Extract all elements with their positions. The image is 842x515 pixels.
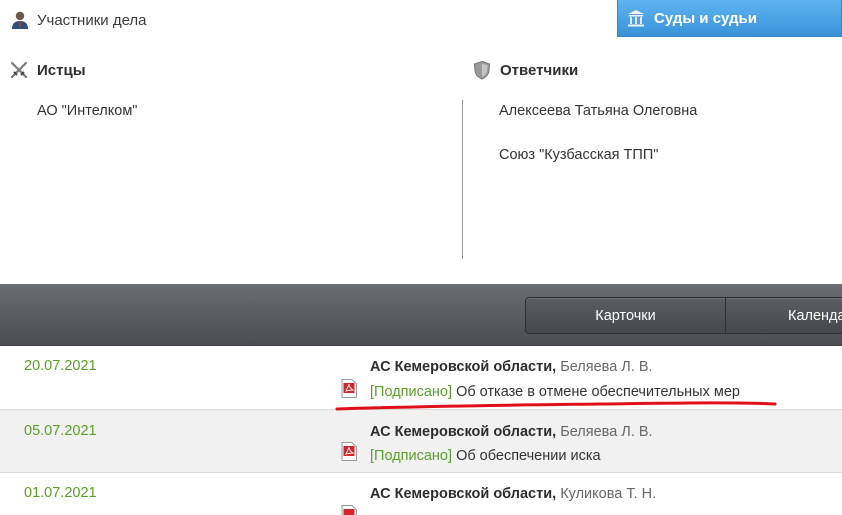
document-date: 01.07.2021 bbox=[24, 485, 97, 501]
document-court: АС Кемеровской области, Беляева Л. В. bbox=[370, 359, 653, 375]
document-court: АС Кемеровской области, Беляева Л. В. bbox=[370, 424, 653, 440]
plaintiffs-heading: Истцы bbox=[9, 58, 86, 82]
parties-divider bbox=[462, 100, 463, 259]
courthouse-icon bbox=[628, 10, 644, 27]
court-name: АС Кемеровской области, bbox=[370, 486, 557, 502]
shield-icon bbox=[473, 60, 491, 80]
plaintiffs-title: Истцы bbox=[37, 61, 86, 79]
courts-and-judges-tab[interactable]: Суды и судьи bbox=[617, 0, 842, 37]
document-date: 05.07.2021 bbox=[24, 423, 97, 439]
defendants-heading: Ответчики bbox=[472, 58, 578, 82]
plaintiff-item[interactable]: АО "Интелком" bbox=[37, 103, 137, 119]
document-court: АС Кемеровской области, Куликова Т. Н. bbox=[370, 486, 656, 502]
document-link[interactable]: [Подписано] Об отказе в отмене обеспечит… bbox=[370, 384, 740, 400]
document-row[interactable]: 05.07.2021 АС Кемеровской области, Беляе… bbox=[0, 410, 842, 473]
judge-name: Куликова Т. Н. bbox=[560, 486, 657, 502]
defendants-title: Ответчики bbox=[500, 61, 579, 79]
view-toolbar: Карточки Календарь bbox=[0, 284, 842, 346]
user-icon bbox=[12, 11, 28, 29]
pdf-icon[interactable] bbox=[341, 442, 357, 461]
participants-section-title: Участники дела bbox=[10, 9, 147, 31]
calendar-button[interactable]: Календарь bbox=[725, 297, 842, 334]
pdf-icon[interactable] bbox=[341, 505, 357, 515]
defendant-item[interactable]: Алексеева Татьяна Олеговна bbox=[499, 103, 697, 119]
document-link[interactable]: [Подписано] Об обеспечении иска bbox=[370, 448, 601, 464]
pdf-icon[interactable] bbox=[341, 379, 357, 398]
court-name: АС Кемеровской области, bbox=[370, 359, 557, 375]
participants-title-text: Участники дела bbox=[37, 11, 147, 29]
document-row[interactable]: 01.07.2021 АС Кемеровской области, Кулик… bbox=[0, 473, 842, 515]
court-name: АС Кемеровской области, bbox=[370, 424, 557, 440]
document-title: Об обеспечении иска bbox=[456, 448, 601, 464]
document-date: 20.07.2021 bbox=[24, 358, 97, 374]
document-status: [Подписано] bbox=[370, 448, 453, 464]
courts-tab-label: Суды и судьи bbox=[654, 9, 757, 27]
judge-name: Беляева Л. В. bbox=[560, 424, 653, 440]
judge-name: Беляева Л. В. bbox=[560, 359, 653, 375]
document-row[interactable]: 20.07.2021 АС Кемеровской области, Беляе… bbox=[0, 346, 842, 410]
cards-button[interactable]: Карточки bbox=[525, 297, 726, 334]
calendar-button-label: Календарь bbox=[788, 307, 842, 324]
crossed-swords-icon bbox=[10, 61, 28, 79]
document-status: [Подписано] bbox=[370, 384, 453, 400]
document-title: Об отказе в отмене обеспечительных мер bbox=[456, 384, 740, 400]
defendant-item[interactable]: Союз "Кузбасская ТПП" bbox=[499, 147, 658, 163]
cards-button-label: Карточки bbox=[595, 307, 656, 324]
